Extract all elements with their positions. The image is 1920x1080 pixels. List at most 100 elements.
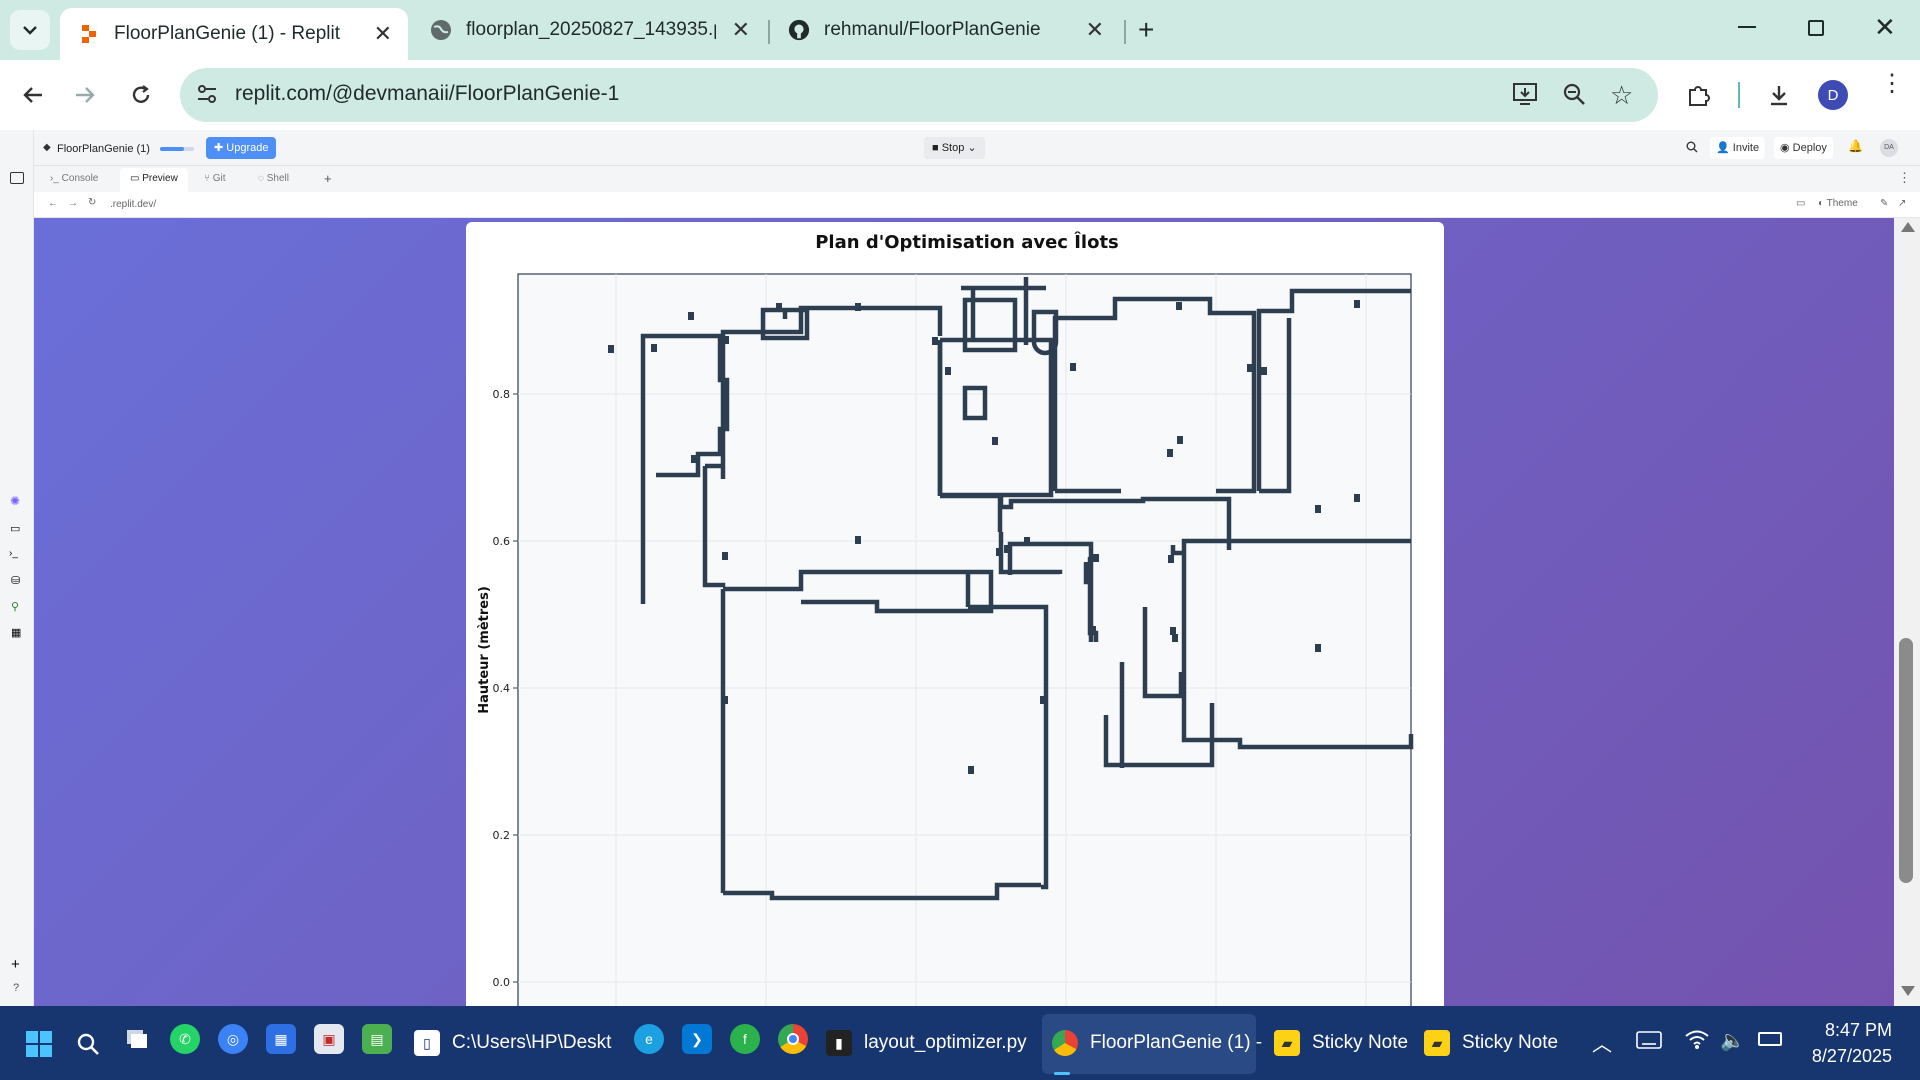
taskbar-app-sticky-note-2[interactable]: ▰ Sticky Note [1424,1022,1558,1064]
start-button[interactable] [26,1031,52,1057]
add-icon[interactable]: + [11,956,20,973]
preview-forward-icon[interactable]: → [68,198,78,209]
forward-button[interactable] [66,76,104,114]
preview-url[interactable]: .replit.dev/ [110,199,156,210]
close-window-button[interactable]: ✕ [1874,12,1896,43]
door-marker [1315,505,1321,513]
tab-replit[interactable]: FloorPlanGenie (1) - Replit ✕ [60,8,408,60]
volume-icon[interactable]: 🔈 [1720,1028,1745,1053]
secrets-icon[interactable]: ⚲ [11,600,19,613]
taskbar-app-chrome[interactable]: FloorPlanGenie (1) - [1052,1022,1262,1064]
task-view-icon[interactable] [122,1024,152,1054]
site-info-icon[interactable] [196,83,218,110]
help-icon[interactable]: ? [13,982,19,994]
clock-time[interactable]: 8:47 PM [1818,1020,1892,1041]
tray-chevron-icon[interactable]: ︿ [1592,1028,1612,1057]
agent-icon[interactable]: ✺ [10,494,20,508]
wifi-icon[interactable] [1684,1028,1710,1055]
y-tick-label: 0.8 [493,388,511,401]
restore-button[interactable] [1808,20,1824,36]
tab-preview-label: Preview [142,173,178,184]
upgrade-button[interactable]: ✚ Upgrade [206,137,277,159]
address-bar[interactable]: replit.com/@devmanaii/FloorPlanGenie-1 ☆ [180,68,1658,122]
scroll-down-icon[interactable] [1901,986,1915,996]
close-icon[interactable]: ✕ [732,17,750,43]
edit-icon[interactable]: ✎ [1880,198,1888,209]
taskbar-app-sticky-note-1[interactable]: ▰ Sticky Note [1274,1022,1408,1064]
whatsapp-icon[interactable]: ✆ [170,1024,200,1054]
door-marker [1170,627,1176,635]
zoom-icon[interactable] [1562,82,1586,111]
door-marker [1004,545,1010,553]
devtools-icon[interactable]: ▭ [1796,198,1805,209]
url-text: replit.com/@devmanaii/FloorPlanGenie-1 [235,82,620,105]
close-icon[interactable]: ✕ [374,21,392,47]
store-icon[interactable]: ▦ [266,1024,296,1054]
preview-reload-icon[interactable]: ↻ [88,197,96,208]
invite-button[interactable]: 👤 Invite [1710,137,1766,159]
deploy-button[interactable]: ◉ Deploy [1774,137,1833,159]
vscode-icon[interactable]: ❯ [682,1024,712,1054]
menu-kebab-icon[interactable]: ⋮ [1880,72,1904,96]
theme-label: Theme [1826,198,1858,209]
tab-git[interactable]: ⑂ Git [204,173,226,184]
open-external-icon[interactable]: ↗ [1898,198,1906,209]
new-tab-button[interactable]: + [1138,14,1154,46]
app-preview: Plan d'Optimisation avec Îlots Hauteur (… [34,218,1894,1006]
photos-icon[interactable]: ▣ [314,1024,344,1054]
door-marker [996,548,1002,556]
tab-github[interactable]: rehmanul/FloorPlanGenie ✕ [770,8,1120,52]
preview-address-bar: ← → ↻ .replit.dev/ ▭ ◐ Theme ✎ ↗ [0,192,1920,218]
add-tab-button[interactable]: + [324,171,332,186]
feedly-icon[interactable]: f [730,1024,760,1054]
reload-button[interactable] [122,76,160,114]
project-name[interactable]: FloorPlanGenie (1) [57,143,150,155]
download-icon [1771,86,1787,106]
preview-scrollbar[interactable] [1894,218,1920,1006]
tab-console[interactable]: ›_ Console [50,173,98,184]
door-marker [1315,644,1321,652]
taskbar-search-icon[interactable] [76,1032,100,1061]
door-marker [688,312,694,320]
battery-icon[interactable] [1758,1032,1782,1046]
tab-shell[interactable]: ◌ Shell [258,173,289,184]
bookmark-star-icon[interactable]: ☆ [1610,80,1633,111]
minimize-button[interactable] [1738,26,1756,28]
chrome-icon[interactable] [778,1024,808,1054]
taskbar-app-terminal[interactable]: ▮ layout_optimizer.py [826,1022,1027,1064]
stop-button[interactable]: ■ Stop ⌄ [924,137,985,159]
panel-toggle-icon[interactable] [10,172,24,184]
install-app-icon[interactable] [1512,82,1538,111]
sheets-icon[interactable]: ▤ [362,1024,392,1054]
profile-avatar[interactable]: D [1818,80,1848,110]
extensions-button[interactable] [1680,76,1718,114]
tab-search-button[interactable] [10,10,50,50]
downloads-button[interactable] [1760,76,1798,114]
floorplan-chart: Plan d'Optimisation avec Îlots Hauteur (… [477,231,1414,1006]
user-avatar[interactable]: DA [1880,139,1898,157]
close-icon[interactable]: ✕ [1086,17,1104,43]
door-marker [1354,494,1360,502]
shell-icon[interactable]: ›_ [9,548,18,559]
door-marker [1090,626,1096,634]
chrome-icon [1052,1030,1078,1056]
scroll-thumb[interactable] [1899,638,1913,883]
preview-back-icon[interactable]: ← [48,198,58,209]
keyboard-icon[interactable] [1636,1030,1662,1055]
back-button[interactable] [14,76,52,114]
scroll-up-icon[interactable] [1901,222,1915,232]
copilot-icon[interactable]: ◎ [218,1024,248,1054]
pane-menu-icon[interactable]: ⋮ [1898,170,1911,186]
edge-icon[interactable]: e [634,1024,664,1054]
apps-grid-icon[interactable]: ▦ [11,626,21,639]
theme-button[interactable]: ◐ Theme [1818,198,1858,209]
search-icon[interactable] [1686,141,1698,156]
clock-date[interactable]: 8/27/2025 [1800,1046,1892,1067]
active-indicator [1054,1072,1070,1075]
bell-icon[interactable]: 🔔 [1848,139,1863,153]
database-icon[interactable]: ⛁ [11,574,20,587]
tab-floorplan-image[interactable]: floorplan_20250827_143935.png ✕ [412,8,766,52]
tab-preview[interactable]: ▭ Preview [120,168,188,192]
preview-icon[interactable]: ▭ [10,522,20,535]
taskbar-app-explorer[interactable]: ▯ C:\Users\HP\Desktop [414,1022,612,1064]
